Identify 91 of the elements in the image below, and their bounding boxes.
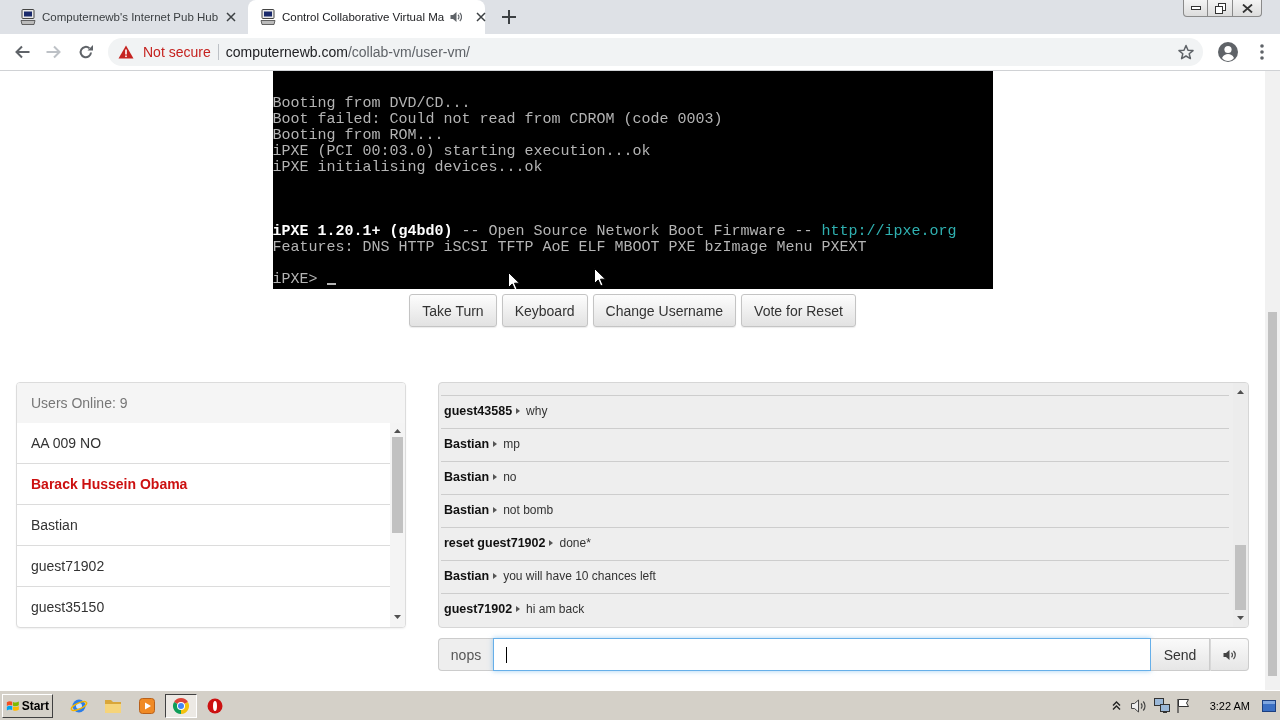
text-cursor-icon bbox=[506, 646, 507, 663]
user-list-item: Bastian bbox=[17, 505, 390, 546]
chat-username: Bastian bbox=[444, 470, 490, 484]
scrollbar-thumb[interactable] bbox=[1235, 545, 1246, 610]
speaker-icon[interactable] bbox=[450, 11, 463, 23]
scrollbar-thumb[interactable] bbox=[392, 437, 403, 533]
chat-message: not bomb bbox=[503, 503, 554, 517]
address-field[interactable]: Not secure computernewb.com/collab-vm/user-vm/ bbox=[108, 38, 1203, 66]
restore-icon bbox=[1214, 2, 1226, 14]
chat-input-field[interactable] bbox=[493, 638, 1151, 671]
reload-icon[interactable] bbox=[78, 44, 94, 60]
terminal-line: iPXE 1.20.1+ (g4bd0) -- Open Source Network Boot Firmware -- http://ipxe.org bbox=[272, 223, 957, 240]
triangle-icon bbox=[516, 408, 521, 414]
terminal-line: Booting from ROM... bbox=[272, 127, 444, 144]
chat-username: reset guest71902 bbox=[444, 536, 546, 550]
chat-username: guest71902 bbox=[444, 602, 513, 616]
start-button[interactable]: Start bbox=[2, 693, 53, 718]
user-list-item: Barack Hussein Obama bbox=[17, 464, 390, 505]
mouse-pointer-icon bbox=[593, 268, 606, 287]
triangle-icon bbox=[493, 474, 498, 480]
play-icon bbox=[139, 697, 155, 714]
computer-icon bbox=[20, 9, 36, 25]
sound-button[interactable] bbox=[1210, 638, 1249, 671]
close-icon[interactable] bbox=[476, 12, 487, 22]
terminal-line: iPXE (PCI 00:03.0) starting execution...ok bbox=[272, 143, 651, 160]
username-label: nops bbox=[438, 638, 493, 671]
triangle-icon bbox=[493, 573, 498, 579]
minimize-button[interactable] bbox=[1183, 0, 1208, 17]
chat-message: why bbox=[526, 404, 548, 418]
vm-control-button[interactable]: Take Turn bbox=[409, 294, 497, 327]
chat-message: hi am back bbox=[526, 602, 585, 616]
terminal-line: Booting from DVD/CD... bbox=[272, 95, 471, 112]
close-icon[interactable] bbox=[226, 12, 236, 22]
security-warning-text[interactable]: Not secure bbox=[143, 44, 211, 60]
send-button[interactable]: Send bbox=[1151, 638, 1210, 671]
url-text: computernewb.com/collab-vm/user-vm/ bbox=[225, 44, 470, 60]
vm-control-button[interactable]: Change Username bbox=[592, 294, 737, 327]
vm-screen[interactable] bbox=[272, 71, 993, 289]
user-list-item: guest71902 bbox=[17, 546, 390, 587]
triangle-icon bbox=[549, 540, 554, 546]
text-cursor-icon bbox=[326, 283, 336, 285]
vm-control-button[interactable]: Vote for Reset bbox=[741, 294, 856, 327]
star-icon[interactable] bbox=[1178, 44, 1194, 60]
close-button[interactable] bbox=[1233, 0, 1262, 17]
chat-message: mp bbox=[503, 437, 520, 451]
browser-tab[interactable]: Control Collaborative Virtual Ma bbox=[248, 0, 485, 34]
taskbar-clock[interactable]: 3:22 AM bbox=[1209, 699, 1250, 712]
terminal-prompt: iPXE> bbox=[272, 271, 318, 288]
triangle-icon bbox=[493, 507, 498, 513]
vm-control-button[interactable]: Keyboard bbox=[501, 294, 588, 327]
taskbar-button[interactable] bbox=[165, 693, 197, 718]
browser-tab[interactable]: Computernewb's Internet Pub Hub bbox=[8, 0, 245, 34]
users-online-header: Users Online: 9 bbox=[17, 383, 405, 423]
round-logo-icon bbox=[172, 696, 190, 715]
flag-icon[interactable] bbox=[1175, 698, 1190, 713]
back-icon[interactable] bbox=[14, 44, 30, 60]
show-desktop-icon[interactable] bbox=[1262, 699, 1276, 712]
triangle-icon bbox=[493, 441, 498, 447]
user-list-item: AA 009 NO bbox=[17, 423, 390, 464]
scrollbar-thumb[interactable] bbox=[1268, 312, 1277, 676]
speaker-icon bbox=[1222, 648, 1237, 661]
close-icon bbox=[1241, 3, 1253, 13]
scroll-down-icon[interactable] bbox=[394, 615, 401, 619]
chat-message: done* bbox=[559, 536, 591, 550]
chat-username: guest43585 bbox=[444, 404, 513, 418]
chevron-up-icon[interactable] bbox=[1111, 701, 1121, 710]
network-icon[interactable] bbox=[1153, 697, 1170, 714]
chat-message: no bbox=[503, 470, 517, 484]
scroll-up-icon[interactable] bbox=[1237, 390, 1244, 394]
folder-icon bbox=[104, 697, 122, 714]
ring-icon bbox=[207, 697, 223, 714]
scroll-up-icon[interactable] bbox=[394, 429, 401, 433]
terminal-line: Boot failed: Could not read from CDROM (code 0003) bbox=[272, 111, 723, 128]
computer-icon bbox=[260, 9, 276, 25]
flag-logo-icon bbox=[6, 698, 20, 713]
account-icon[interactable] bbox=[1218, 42, 1238, 62]
plus-icon[interactable] bbox=[502, 10, 516, 24]
menu-icon[interactable] bbox=[1260, 44, 1264, 60]
scroll-down-icon[interactable] bbox=[1237, 616, 1244, 620]
terminal-line: Features: DNS HTTP iSCSI TFTP AoE ELF MBOOT PXE bzImage Menu PXEXT bbox=[272, 239, 867, 256]
speaker-icon[interactable] bbox=[1130, 698, 1147, 713]
triangle-icon bbox=[516, 606, 521, 612]
warning-icon bbox=[118, 45, 134, 59]
chat-message: you will have 10 chances left bbox=[503, 569, 656, 583]
terminal-line: iPXE initialising devices...ok bbox=[272, 159, 543, 176]
restore-button[interactable] bbox=[1208, 0, 1233, 17]
chat-username: Bastian bbox=[444, 503, 490, 517]
chat-username: Bastian bbox=[444, 569, 490, 583]
minimize-icon bbox=[1190, 6, 1201, 10]
mouse-pointer-icon bbox=[507, 272, 520, 289]
chat-username: Bastian bbox=[444, 437, 490, 451]
